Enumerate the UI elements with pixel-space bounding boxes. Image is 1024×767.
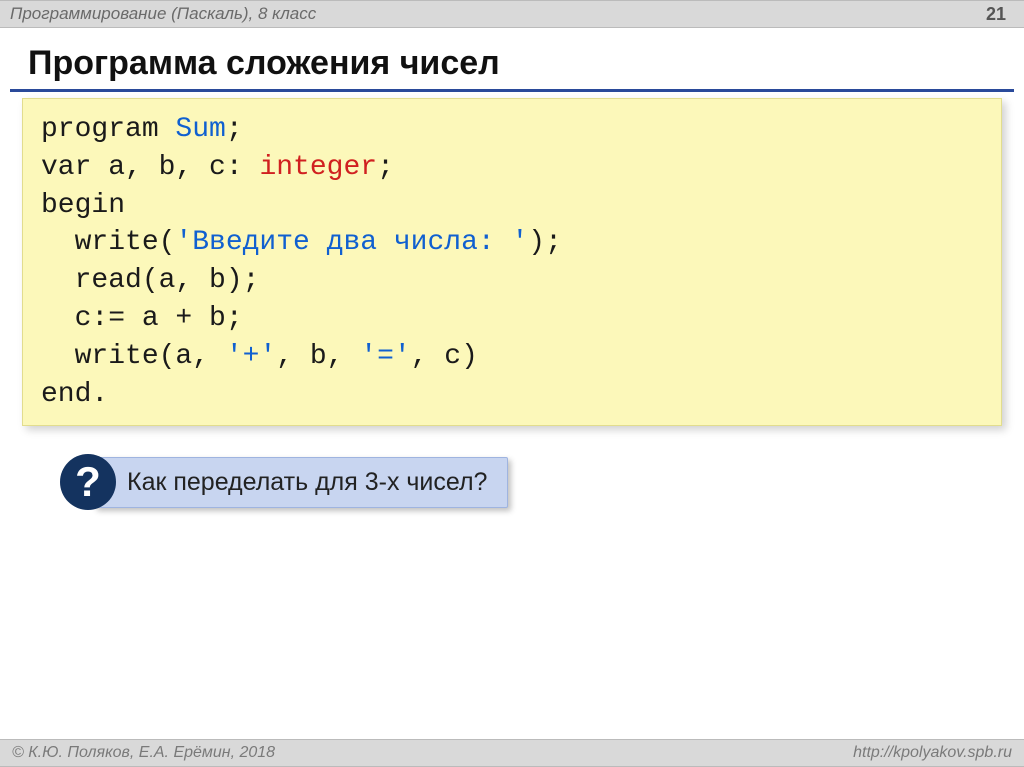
- code-line-5: read(a, b);: [41, 265, 259, 296]
- code-line-8: end.: [41, 379, 108, 410]
- code-line-1: program Sum;: [41, 114, 243, 145]
- code-block: program Sum; var a, b, c: integer; begin…: [22, 98, 1002, 426]
- slide-title: Программа сложения чисел: [0, 28, 1024, 89]
- code-line-2: var a, b, c: integer;: [41, 152, 394, 183]
- question-callout: ? Как переделать для 3-х чисел?: [60, 454, 1024, 510]
- question-text: Как переделать для 3-х чисел?: [94, 457, 508, 508]
- question-badge: ?: [60, 454, 116, 510]
- code-line-7: write(a, '+', b, '=', c): [41, 341, 478, 372]
- footer-url: http://kpolyakov.spb.ru: [853, 744, 1012, 762]
- header-subject: Программирование (Паскаль), 8 класс: [10, 4, 986, 24]
- slide-footer: © К.Ю. Поляков, Е.А. Ерёмин, 2018 http:/…: [0, 739, 1024, 767]
- footer-copyright: © К.Ю. Поляков, Е.А. Ерёмин, 2018: [12, 744, 275, 762]
- code-line-3: begin: [41, 190, 125, 221]
- code-line-6: c:= a + b;: [41, 303, 243, 334]
- page-number: 21: [986, 4, 1014, 25]
- slide-header: Программирование (Паскаль), 8 класс 21: [0, 0, 1024, 28]
- title-underline: [10, 89, 1014, 92]
- code-line-4: write('Введите два числа: ');: [41, 227, 562, 258]
- question-mark-icon: ?: [75, 461, 101, 503]
